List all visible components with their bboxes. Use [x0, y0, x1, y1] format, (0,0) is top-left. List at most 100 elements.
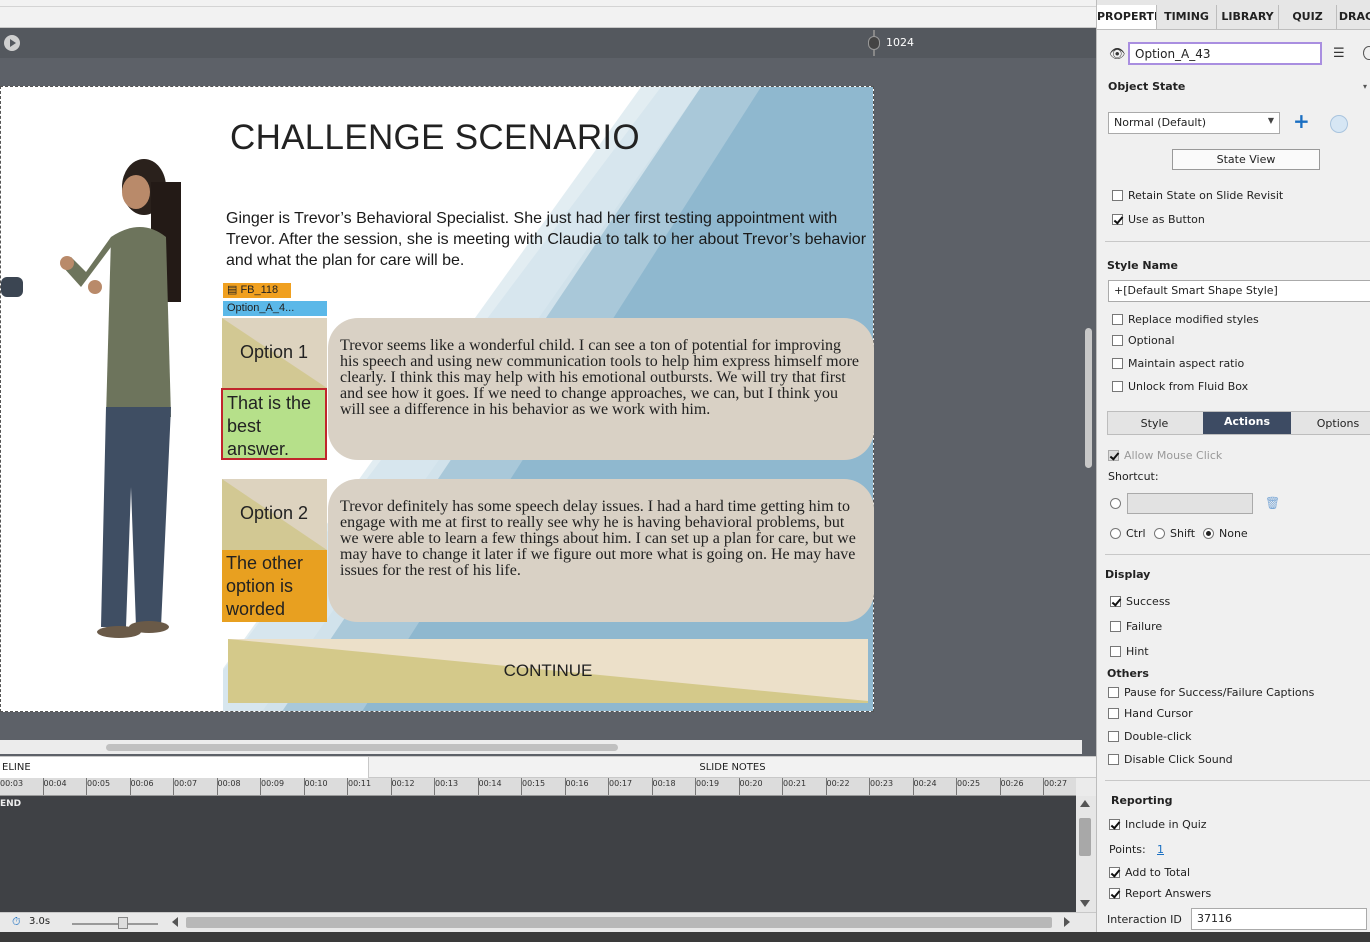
- play-bar: [0, 28, 1096, 58]
- option-2-button[interactable]: Trevor definitely has some speech delay …: [328, 479, 874, 622]
- tab-quiz[interactable]: QUIZ: [1279, 5, 1337, 29]
- tab-timeline[interactable]: ELINE: [0, 757, 369, 778]
- scroll-up-icon[interactable]: [1080, 800, 1090, 807]
- option-object-tag[interactable]: Option_A_4...: [223, 301, 327, 316]
- option-1-feedback-caption[interactable]: That is the best answer.: [221, 388, 327, 460]
- points-label: Points:: [1109, 843, 1146, 856]
- tab-properties[interactable]: PROPERTI...: [1097, 5, 1157, 29]
- scroll-left-icon[interactable]: [172, 917, 178, 927]
- tab-drag[interactable]: DRAG: [1337, 5, 1370, 29]
- add-state-icon[interactable]: +: [1293, 110, 1310, 132]
- play-icon[interactable]: [4, 35, 20, 51]
- shortcut-radio[interactable]: [1110, 497, 1126, 510]
- ruler-tick: [477, 778, 479, 795]
- include-in-quiz-checkbox[interactable]: Include in Quiz: [1109, 818, 1207, 831]
- feedback-object-tag[interactable]: ▤ FB_118: [223, 283, 291, 298]
- ruler-tick: [869, 778, 870, 795]
- ruler-tick: [521, 778, 522, 795]
- ruler-tick: [912, 778, 914, 795]
- object-state-title: Object State: [1108, 80, 1186, 93]
- scroll-right-icon[interactable]: [1064, 917, 1070, 927]
- ruler-tick: [347, 778, 348, 795]
- ruler-tick: [129, 778, 131, 795]
- hand-cursor-checkbox[interactable]: Hand Cursor: [1108, 707, 1193, 720]
- tab-slide-notes[interactable]: SLIDE NOTES: [369, 757, 1096, 778]
- none-radio[interactable]: None: [1203, 527, 1248, 540]
- subtab-style[interactable]: Style: [1107, 412, 1202, 434]
- stage-vertical-scrollbar[interactable]: [1082, 58, 1096, 740]
- ruler-tick: [564, 778, 566, 795]
- hint-label: Hint: [1126, 645, 1149, 658]
- optional-checkbox[interactable]: Optional: [1112, 334, 1175, 347]
- subtab-options[interactable]: Options: [1293, 412, 1370, 434]
- scroll-down-icon[interactable]: [1080, 900, 1090, 907]
- failure-checkbox[interactable]: Failure: [1110, 620, 1162, 633]
- ctrl-radio[interactable]: Ctrl: [1110, 527, 1146, 540]
- none-label: None: [1219, 527, 1248, 540]
- hint-checkbox[interactable]: Hint: [1110, 645, 1149, 658]
- allow-mouse-click-checkbox[interactable]: Allow Mouse Click: [1108, 449, 1222, 462]
- state-view-button[interactable]: State View: [1172, 149, 1320, 170]
- ruler-tick-label: 00:08: [217, 779, 241, 788]
- disable-click-sound-checkbox[interactable]: Disable Click Sound: [1108, 753, 1233, 766]
- subtab-actions[interactable]: Actions: [1203, 412, 1291, 434]
- state-action-icon[interactable]: [1330, 115, 1348, 133]
- object-name-input[interactable]: Option_A_43: [1128, 42, 1322, 65]
- option-1-label: Option 1: [240, 342, 309, 362]
- success-checkbox[interactable]: Success: [1110, 595, 1170, 608]
- ruler-tick-label: 00:04: [43, 779, 67, 788]
- style-name-title: Style Name: [1107, 259, 1178, 272]
- interaction-id-input[interactable]: 37116: [1191, 908, 1367, 930]
- retain-state-checkbox[interactable]: Retain State on Slide Revisit: [1112, 189, 1283, 202]
- maintain-aspect-label: Maintain aspect ratio: [1128, 357, 1245, 370]
- ruler-tick-label: 00:11: [348, 779, 372, 788]
- state-select-value: Normal (Default): [1114, 116, 1207, 129]
- option-1-label-box[interactable]: Option 1: [222, 318, 327, 388]
- woman-figure-image: [1, 87, 223, 711]
- timeline-vertical-scrollbar[interactable]: [1076, 796, 1096, 912]
- shortcut-input[interactable]: [1127, 493, 1253, 514]
- help-icon[interactable]: [1363, 46, 1370, 60]
- trash-icon[interactable]: 🗑: [1265, 496, 1280, 510]
- timeline-ruler[interactable]: 00:03 00:04 00:05 00:06 00:07 00:08 00:09 00:10…: [0, 778, 1076, 796]
- ruler-tick: [173, 778, 174, 795]
- collapse-arrow-icon[interactable]: ▾: [1363, 82, 1367, 91]
- shift-radio[interactable]: Shift: [1154, 527, 1195, 540]
- option-1-button[interactable]: Trevor seems like a wonderful child. I c…: [328, 318, 874, 460]
- maintain-aspect-checkbox[interactable]: Maintain aspect ratio: [1112, 357, 1244, 370]
- option-2-label-box[interactable]: Option 2: [222, 479, 327, 550]
- zoom-slider-handle[interactable]: [118, 917, 128, 929]
- double-click-checkbox[interactable]: Double-click: [1108, 730, 1192, 743]
- add-to-total-label: Add to Total: [1125, 866, 1191, 879]
- ruler-tick: [1043, 778, 1044, 795]
- tab-library[interactable]: LIBRARY: [1217, 5, 1279, 29]
- list-menu-icon[interactable]: ☰: [1333, 46, 1345, 61]
- ruler-tick: [216, 778, 218, 795]
- tab-timing[interactable]: TIMING: [1157, 5, 1217, 29]
- others-title: Others: [1107, 667, 1149, 680]
- unlock-fluid-checkbox[interactable]: Unlock from Fluid Box: [1112, 380, 1248, 393]
- display-title: Display: [1105, 568, 1151, 581]
- timeline-horizontal-scrollbar[interactable]: [186, 917, 1052, 928]
- ruler-tick-label: 00:27: [1044, 779, 1068, 788]
- use-as-button-label: Use as Button: [1128, 213, 1205, 226]
- ruler-tick-label: 00:18: [652, 779, 676, 788]
- replace-styles-checkbox[interactable]: Replace modified styles: [1112, 313, 1259, 326]
- visibility-eye-icon[interactable]: 👁: [1109, 47, 1126, 62]
- report-answers-checkbox[interactable]: Report Answers: [1109, 887, 1211, 900]
- unlock-fluid-label: Unlock from Fluid Box: [1128, 380, 1249, 393]
- ruler-tick: [42, 778, 44, 795]
- pause-captions-checkbox[interactable]: Pause for Success/Failure Captions: [1108, 686, 1314, 699]
- stage-horizontal-scrollbar[interactable]: [0, 740, 1082, 754]
- state-select[interactable]: Normal (Default) ▼: [1108, 112, 1280, 134]
- add-to-total-checkbox[interactable]: Add to Total: [1109, 866, 1190, 879]
- width-marker-handle[interactable]: [866, 30, 882, 56]
- use-as-button-checkbox[interactable]: Use as Button: [1112, 213, 1205, 226]
- timeline-tracks[interactable]: [0, 796, 1076, 912]
- points-value[interactable]: 1: [1157, 843, 1164, 856]
- continue-button[interactable]: CONTINUE: [228, 639, 868, 703]
- ruler-tick: [390, 778, 392, 795]
- style-name-select[interactable]: +[Default Smart Shape Style]: [1108, 280, 1370, 302]
- zoom-slider[interactable]: [72, 923, 158, 925]
- option-2-feedback-caption[interactable]: The other option is worded: [222, 550, 327, 622]
